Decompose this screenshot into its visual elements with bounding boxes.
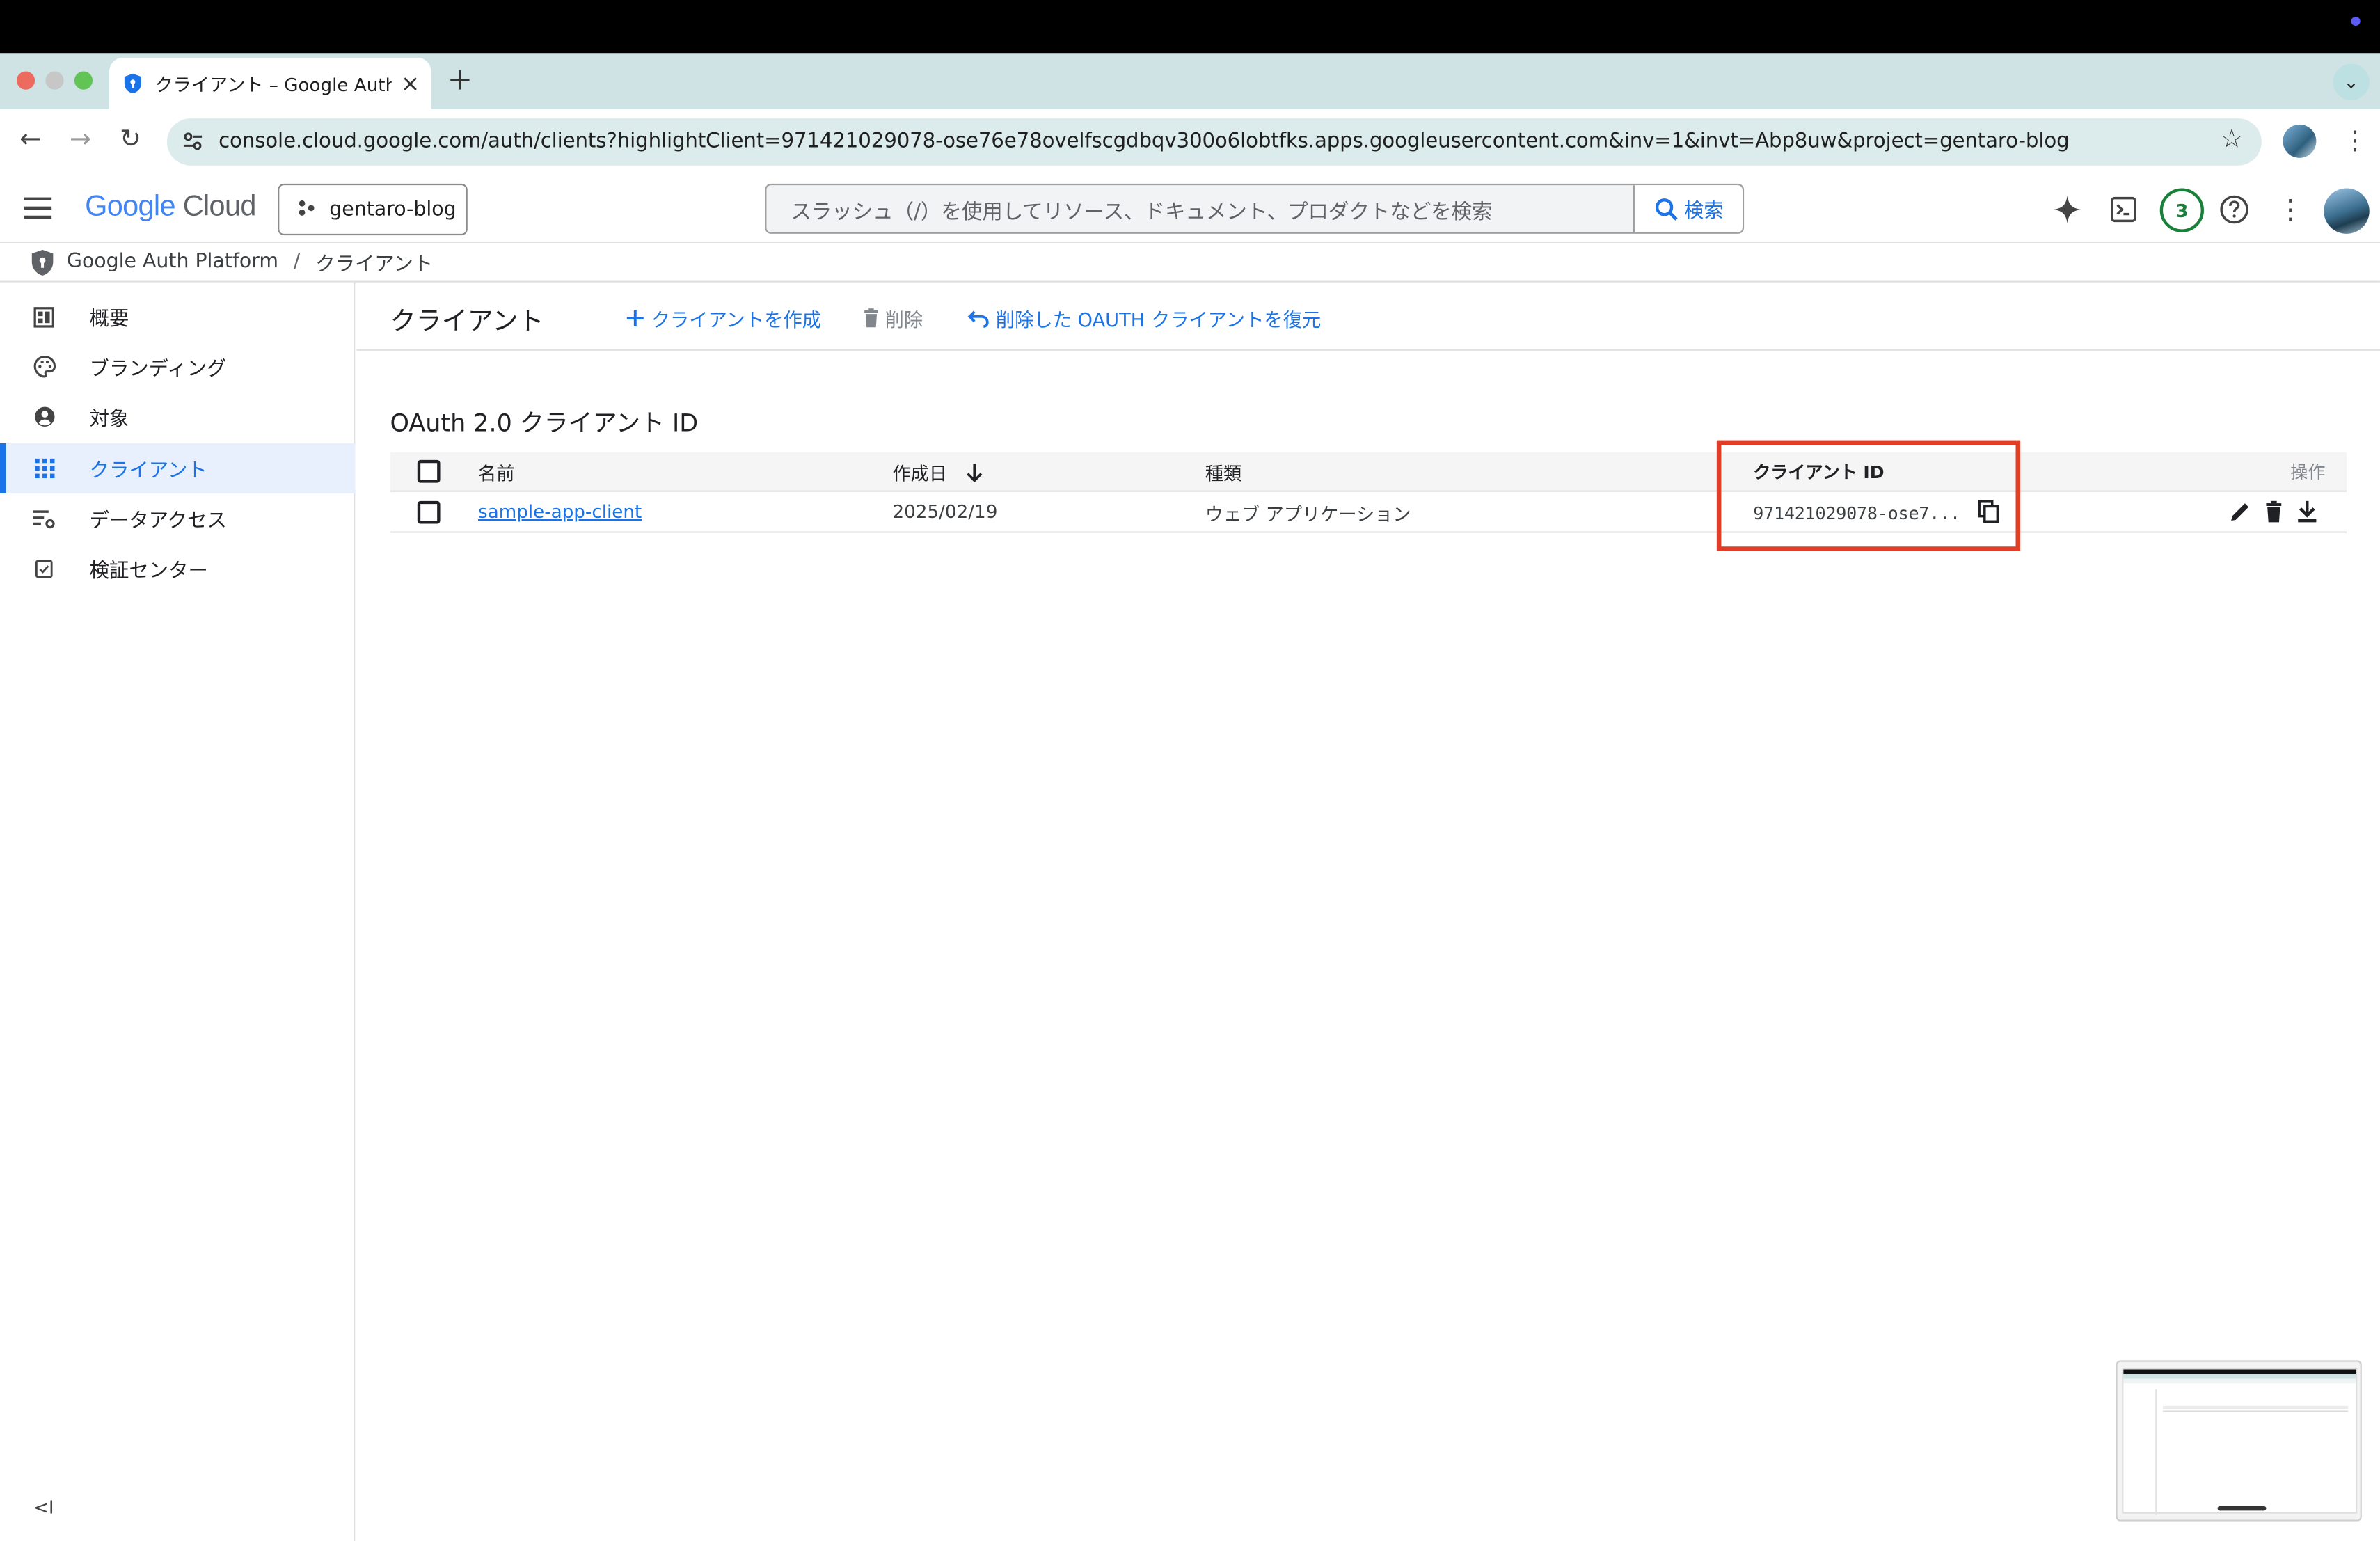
project-name: gentaro-blog (329, 198, 457, 221)
sidebar: 概要 ブランディング 対象 クライアント データアクセス 検証センター (0, 282, 356, 1541)
cloud-shell-terminal-icon[interactable] (2107, 193, 2140, 226)
client-id-highlight-box (1716, 440, 2021, 551)
restore-label: 削除した OAUTH クライアントを復元 (995, 308, 1322, 331)
client-name-link[interactable]: sample-app-client (478, 501, 642, 523)
help-icon[interactable] (2218, 193, 2251, 226)
breadcrumb-product[interactable]: Google Auth Platform (67, 251, 278, 274)
section-title: OAuth 2.0 クライアント ID (390, 408, 699, 438)
delete-trash-icon[interactable] (2262, 500, 2286, 524)
dashboard-icon (32, 304, 56, 329)
tab-close-icon[interactable]: × (401, 70, 420, 97)
search-input[interactable]: スラッシュ（/）を使用してリソース、ドキュメント、プロダクトなどを検索 (766, 193, 1633, 224)
logo-google-text: Google (85, 191, 175, 223)
google-cloud-logo[interactable]: Google Cloud (85, 191, 256, 225)
apps-grid-icon (32, 456, 56, 480)
client-created-date: 2025/02/19 (892, 500, 998, 523)
sidebar-item-label: 検証センター (89, 560, 208, 583)
sidebar-item-branding[interactable]: ブランディング (0, 342, 355, 392)
search-button[interactable]: 検索 (1633, 185, 1743, 232)
create-client-label: クライアントを作成 (651, 308, 822, 331)
download-icon[interactable] (2295, 500, 2319, 524)
search-button-label: 検索 (1684, 200, 1724, 223)
table-row[interactable]: sample-app-client 2025/02/19 ウェブ アプリケーショ… (390, 492, 2347, 533)
browser-profile-avatar[interactable] (2283, 124, 2317, 158)
site-settings-icon[interactable] (181, 129, 205, 153)
shield-favicon-icon (124, 73, 141, 94)
sidebar-item-label: データアクセス (89, 509, 227, 533)
account-avatar[interactable] (2324, 188, 2370, 234)
palette-icon (32, 354, 56, 379)
more-vert-icon[interactable]: ⋮ (2274, 193, 2307, 226)
status-dot (2351, 16, 2361, 26)
bookmark-star-icon[interactable]: ☆ (2220, 125, 2243, 155)
window-minimize-button[interactable] (45, 71, 64, 90)
forward-arrow-icon[interactable]: → (64, 125, 97, 155)
trash-icon (864, 308, 878, 328)
client-type: ウェブ アプリケーション (1205, 504, 1411, 525)
collapse-sidebar-icon[interactable]: <I (33, 1497, 54, 1519)
project-selector[interactable]: gentaro-blog (278, 183, 468, 236)
breadcrumb-current: クライアント (315, 253, 434, 276)
tab-title: クライアント – Google Auth Platform (154, 73, 391, 95)
auth-platform-shield-icon (31, 248, 54, 275)
search-bar[interactable]: スラッシュ（/）を使用してリソース、ドキュメント、プロダクトなどを検索 検索 (765, 183, 1745, 234)
table-header: 名前 作成日 種類 クライアント ID 操作 (390, 452, 2347, 492)
window-close-button[interactable] (16, 71, 35, 90)
column-header-created[interactable]: 作成日 (892, 460, 983, 486)
browser-menu-icon[interactable]: ⋮ (2342, 126, 2367, 157)
edit-pencil-icon[interactable] (2228, 500, 2253, 524)
screenshot-thumbnail[interactable] (2116, 1360, 2362, 1522)
project-hierarchy-icon (297, 198, 315, 221)
notifications-badge[interactable]: 3 (2159, 188, 2204, 232)
account-circle-icon (32, 404, 56, 429)
column-header-name[interactable]: 名前 (478, 460, 514, 486)
url-text[interactable]: console.cloud.google.com/auth/clients?hi… (219, 131, 2070, 154)
restore-deleted-clients-button[interactable]: 削除した OAUTH クライアントを復元 (967, 303, 1321, 332)
breadcrumb-separator: / (293, 250, 301, 274)
data-settings-icon (32, 506, 56, 530)
verified-checkbox-icon (32, 556, 56, 580)
sidebar-item-label: ブランディング (89, 358, 227, 381)
sidebar-item-overview[interactable]: 概要 (0, 292, 355, 342)
hamburger-menu-icon[interactable] (24, 197, 52, 219)
gemini-sparkle-icon[interactable] (2051, 193, 2084, 226)
select-all-checkbox[interactable] (417, 459, 441, 483)
delete-button[interactable]: 削除 (862, 303, 923, 332)
sort-arrow-down-icon (966, 464, 983, 482)
address-bar[interactable]: console.cloud.google.com/auth/clients?hi… (166, 118, 2262, 166)
sidebar-item-label: 概要 (89, 308, 129, 331)
create-client-button[interactable]: クライアントを作成 (626, 303, 821, 332)
search-icon (1654, 198, 1677, 220)
sidebar-item-clients[interactable]: クライアント (0, 443, 356, 493)
new-tab-button[interactable]: + (446, 61, 473, 97)
sidebar-item-data-access[interactable]: データアクセス (0, 493, 355, 544)
column-header-type[interactable]: 種類 (1205, 460, 1241, 486)
screen-top-bar (0, 0, 2380, 54)
window-zoom-button[interactable] (74, 71, 93, 90)
sidebar-item-label: クライアント (89, 459, 207, 483)
tab-search-chevron-icon[interactable]: ⌄ (2333, 63, 2370, 100)
sidebar-item-audience[interactable]: 対象 (0, 392, 355, 442)
back-arrow-icon[interactable]: ← (14, 125, 47, 155)
page-title: クライアント (390, 306, 544, 338)
undo-icon (967, 310, 989, 327)
delete-label: 削除 (884, 308, 923, 331)
row-checkbox[interactable] (417, 500, 441, 524)
thumbnail-preview (2122, 1368, 2358, 1515)
reload-icon[interactable]: ↻ (114, 125, 148, 155)
sidebar-item-verification-center[interactable]: 検証センター (0, 544, 355, 594)
column-header-actions: 操作 (2290, 461, 2326, 483)
breadcrumb: Google Auth Platform / クライアント (0, 243, 2380, 283)
logo-cloud-text: Cloud (182, 191, 257, 223)
column-header-created-label: 作成日 (892, 463, 948, 484)
browser-tab-active[interactable]: クライアント – Google Auth Platform × (109, 57, 431, 110)
sidebar-item-label: 対象 (89, 408, 129, 432)
add-icon (626, 309, 644, 326)
